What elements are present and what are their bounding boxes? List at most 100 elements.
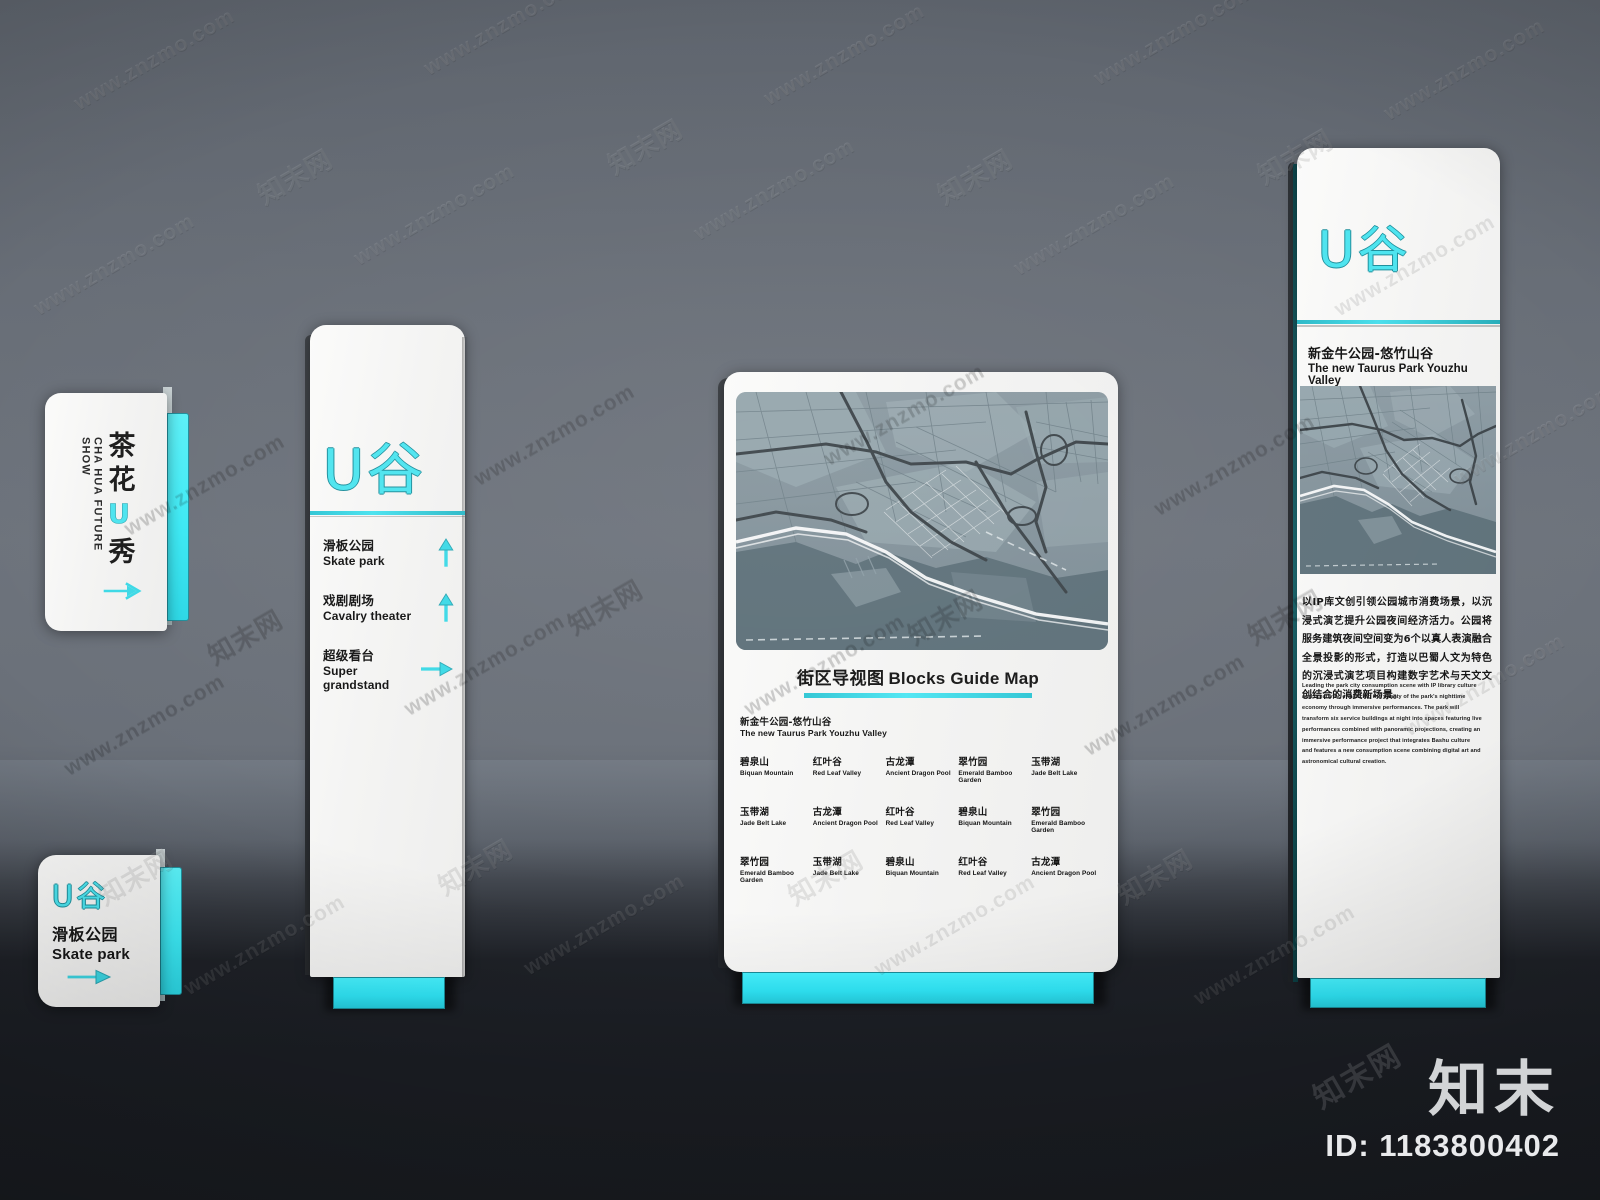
- poi-en-label: Biquan Mountain: [885, 870, 939, 877]
- poi-legend-item[interactable]: 玉带湖 Jade Belt Lake: [740, 804, 809, 834]
- poi-cn-label: 玉带湖: [812, 857, 842, 868]
- poi-legend-item[interactable]: 红叶谷 Red Leaf Valley: [958, 854, 1027, 884]
- poi-cn-label: 碧泉山: [885, 857, 915, 868]
- intro-title-cn: 新金牛公园-悠竹山谷: [1308, 347, 1434, 362]
- poi-en-label: Jade Belt Lake: [1031, 770, 1078, 777]
- u-gu-logo: U谷: [1318, 210, 1409, 282]
- directory-pylon[interactable]: U谷 滑板公园 Skate park 戏剧剧场 Cavalry theater: [305, 325, 468, 1011]
- skate-park-cn-label: 滑板公园: [52, 925, 119, 944]
- directory-item-text: 超级看台 Super grandstand: [323, 645, 421, 692]
- city-map-image[interactable]: [1300, 386, 1496, 574]
- u-gu-logo: U谷: [323, 425, 424, 506]
- poi-en-label: Emerald Bamboo Garden: [1031, 820, 1086, 834]
- poi-cn-label: 古龙潭: [885, 757, 915, 768]
- right-arrow-icon: [103, 581, 147, 601]
- logo-gu-char: 谷: [1357, 221, 1409, 279]
- vertical-text-block: 茶花U秀 CHA HUA FUTURE SHOW: [45, 393, 167, 593]
- poi-cn-label: 碧泉山: [740, 757, 770, 768]
- map-subtitle: 新金牛公园-悠竹山谷 The new Taurus Park Youzhu Va…: [740, 714, 887, 738]
- poi-legend-item[interactable]: 古龙潭 Ancient Dragon Pool: [1031, 854, 1100, 884]
- poi-en-label: Jade Belt Lake: [740, 820, 787, 827]
- logo-u-letter: U: [1318, 221, 1356, 279]
- skate-park-content: U谷 滑板公园 Skate park: [52, 873, 156, 987]
- directory-item-en: Super grandstand: [323, 664, 390, 692]
- intro-accent-divider: [1297, 320, 1500, 324]
- poi-en-label: Emerald Bamboo Garden: [740, 870, 794, 884]
- right-arrow-icon: [421, 660, 455, 678]
- intro-paragraph-en: Leading the park city consumption scene …: [1302, 683, 1482, 766]
- poi-cn-label: 古龙潭: [812, 807, 842, 818]
- directory-item-cn: 滑板公园: [323, 538, 375, 553]
- poi-cn-label: 红叶谷: [812, 757, 842, 768]
- cha-hua-future-show-sign[interactable]: 茶花U秀 CHA HUA FUTURE SHOW: [45, 385, 189, 635]
- directory-item-en: Skate park: [323, 554, 385, 568]
- poi-cn-label: 红叶谷: [885, 807, 915, 818]
- poi-en-label: Red Leaf Valley: [812, 770, 862, 777]
- poi-legend-item[interactable]: 翠竹园 Emerald Bamboo Garden: [1031, 804, 1100, 834]
- pylon-accent-divider: [310, 511, 465, 515]
- poi-cn-label: 翠竹园: [1031, 807, 1061, 818]
- map-subtitle-cn: 新金牛公园-悠竹山谷: [740, 717, 832, 728]
- poi-legend-item[interactable]: 古龙潭 Ancient Dragon Pool: [886, 754, 955, 784]
- poi-legend-item[interactable]: 古龙潭 Ancient Dragon Pool: [813, 804, 882, 834]
- map-title-underline: [804, 693, 1032, 698]
- poi-legend-grid: 碧泉山 Biquan Mountain 红叶谷 Red Leaf Valley 古龙潭 A…: [740, 754, 1100, 884]
- directory-item-text: 戏剧剧场 Cavalry theater: [323, 590, 411, 623]
- intro-logo-area: U谷: [1318, 210, 1409, 282]
- poi-en-label: Ancient Dragon Pool: [885, 770, 951, 777]
- u-gu-logo: U谷: [52, 873, 106, 915]
- directory-item-en: Cavalry theater: [323, 609, 412, 623]
- poi-cn-label: 玉带湖: [1031, 757, 1061, 768]
- poi-cn-label: 碧泉山: [958, 807, 988, 818]
- showcase-en-label: CHA HUA FUTURE SHOW: [79, 437, 104, 552]
- directory-item-cn: 戏剧剧场: [323, 593, 375, 608]
- directory-item-cn: 超级看台: [323, 648, 375, 663]
- blocks-guide-map-board[interactable]: 街区导视图 Blocks Guide Map 新金牛公园-悠竹山谷 The new…: [718, 372, 1118, 1006]
- poi-en-label: Biquan Mountain: [958, 820, 1012, 827]
- directory-item-text: 滑板公园 Skate park: [323, 535, 385, 568]
- board-cyan-base: [742, 972, 1094, 1004]
- poi-legend-item[interactable]: 红叶谷 Red Leaf Valley: [886, 804, 955, 834]
- pylon-divider-shadow: [310, 516, 465, 517]
- directory-item[interactable]: 戏剧剧场 Cavalry theater: [323, 590, 455, 623]
- intro-divider-shadow: [1297, 325, 1500, 327]
- directory-item-list: 滑板公园 Skate park 戏剧剧场 Cavalry theater 超级看…: [323, 535, 455, 714]
- pylon-logo-area: U谷: [323, 425, 424, 506]
- logo-u-letter: U: [323, 438, 365, 503]
- poi-legend-item[interactable]: 翠竹园 Emerald Bamboo Garden: [740, 854, 809, 884]
- poi-en-label: Emerald Bamboo Garden: [958, 770, 1013, 784]
- poi-en-label: Jade Belt Lake: [812, 870, 859, 877]
- poi-legend-item[interactable]: 碧泉山 Biquan Mountain: [958, 804, 1027, 834]
- city-map-image[interactable]: [736, 392, 1108, 650]
- poi-legend-item[interactable]: 翠竹园 Emerald Bamboo Garden: [958, 754, 1027, 784]
- poi-legend-item[interactable]: 玉带湖 Jade Belt Lake: [1031, 754, 1100, 784]
- sign-cyan-fin: [160, 867, 182, 995]
- poi-en-label: Red Leaf Valley: [885, 820, 934, 827]
- right-arrow-icon: [52, 967, 156, 987]
- map-subtitle-en: The new Taurus Park Youzhu Valley: [740, 728, 887, 738]
- park-intro-board[interactable]: U谷 新金牛公园-悠竹山谷 The new Taurus Park Youzhu…: [1288, 148, 1500, 1010]
- map-title-en: Blocks Guide Map: [888, 669, 1040, 688]
- showcase-cn-label: 茶花U秀: [103, 431, 135, 571]
- map-title: 街区导视图 Blocks Guide Map: [718, 664, 1118, 698]
- logo-gu-char: 谷: [76, 879, 107, 913]
- poi-en-label: Red Leaf Valley: [958, 870, 1007, 877]
- intro-cyan-base: [1310, 978, 1486, 1008]
- logo-u-letter: U: [52, 879, 75, 913]
- logo-gu-char: 谷: [367, 438, 424, 503]
- up-arrow-icon: [437, 592, 455, 622]
- directory-item[interactable]: 滑板公园 Skate park: [323, 535, 455, 568]
- poi-legend-item[interactable]: 碧泉山 Biquan Mountain: [740, 754, 809, 784]
- poi-cn-label: 玉带湖: [740, 807, 770, 818]
- intro-title-en: The new Taurus Park Youzhu Valley: [1308, 363, 1468, 387]
- skate-park-en-label: Skate park: [52, 946, 130, 963]
- poi-legend-item[interactable]: 红叶谷 Red Leaf Valley: [813, 754, 882, 784]
- skate-park-sign[interactable]: U谷 滑板公园 Skate park: [38, 845, 182, 1010]
- pylon-right-shadow: [462, 337, 468, 977]
- poi-cn-label: 翠竹园: [740, 857, 770, 868]
- up-arrow-icon: [437, 537, 455, 567]
- poi-legend-item[interactable]: 玉带湖 Jade Belt Lake: [813, 854, 882, 884]
- directory-item[interactable]: 超级看台 Super grandstand: [323, 645, 455, 692]
- poi-legend-item[interactable]: 碧泉山 Biquan Mountain: [886, 854, 955, 884]
- poi-cn-label: 翠竹园: [958, 757, 988, 768]
